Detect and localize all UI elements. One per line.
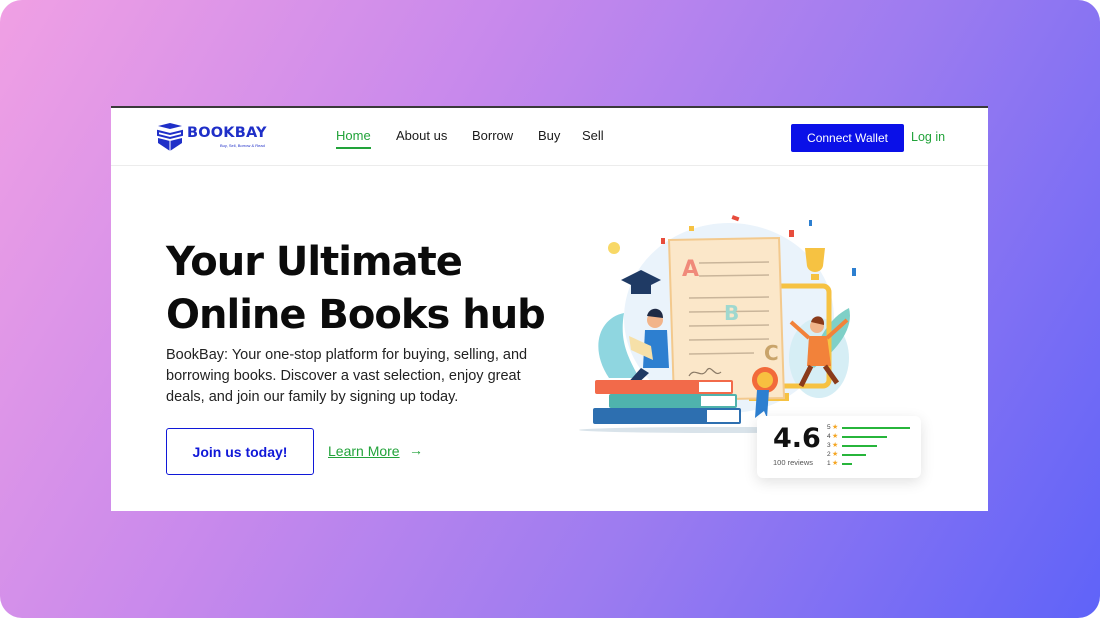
rating-card: 4.6 100 reviews 5 ★ 4 ★ 3 ★ 2 ★ 1 ★ — [757, 416, 921, 478]
hero-illustration: A B C — [579, 215, 859, 433]
rating-bar — [842, 427, 910, 429]
brand-tagline: Buy, Sell, Borrow & Read — [220, 143, 265, 148]
rating-bar — [842, 454, 866, 456]
brand-name: BOOKBAY — [187, 125, 267, 141]
site-header: BOOKBAY Buy, Sell, Borrow & Read Home Ab… — [111, 108, 988, 166]
rating-bar — [842, 463, 852, 465]
rating-row: 3 ★ — [827, 442, 917, 451]
book-stack-icon — [157, 123, 183, 151]
hero-description: BookBay: Your one-stop platform for buyi… — [166, 347, 528, 405]
login-link[interactable]: Log in — [911, 130, 945, 144]
join-us-button[interactable]: Join us today! — [166, 428, 314, 475]
star-icon: ★ — [832, 460, 839, 467]
star-icon: ★ — [832, 451, 839, 458]
nav-buy[interactable]: Buy — [538, 128, 560, 143]
star-icon: ★ — [832, 424, 839, 431]
letter-a: A — [682, 257, 699, 282]
rating-row: 2 ★ — [827, 451, 917, 460]
hero-title-line-1: Your Ultimate — [166, 239, 463, 285]
learn-more-link[interactable]: Learn More — [328, 443, 400, 459]
rating-bar — [842, 445, 877, 447]
brand-logo[interactable]: BOOKBAY Buy, Sell, Borrow & Read — [156, 122, 267, 154]
rating-row: 5 ★ — [827, 424, 917, 433]
star-icon: ★ — [832, 433, 839, 440]
nav-about-us[interactable]: About us — [396, 128, 447, 143]
rating-row: 1 ★ — [827, 460, 917, 469]
letter-c: C — [764, 341, 779, 365]
hero-title-line-2: Online Books hub — [166, 292, 546, 338]
nav-home[interactable]: Home — [336, 128, 371, 149]
rating-reviews-count: 100 reviews — [773, 458, 814, 467]
rating-score: 4.6 — [773, 423, 821, 454]
nav-borrow[interactable]: Borrow — [472, 128, 513, 143]
rating-row: 4 ★ — [827, 433, 917, 442]
letter-b: B — [724, 301, 739, 325]
connect-wallet-button[interactable]: Connect Wallet — [791, 124, 904, 152]
hero-title: Your Ultimate Online Books hub — [166, 236, 586, 342]
nav-sell[interactable]: Sell — [582, 128, 604, 143]
rating-bar — [842, 436, 887, 438]
browser-window: BOOKBAY Buy, Sell, Borrow & Read Home Ab… — [111, 106, 988, 511]
star-icon: ★ — [832, 442, 839, 449]
arrow-right-icon: → — [409, 442, 423, 458]
